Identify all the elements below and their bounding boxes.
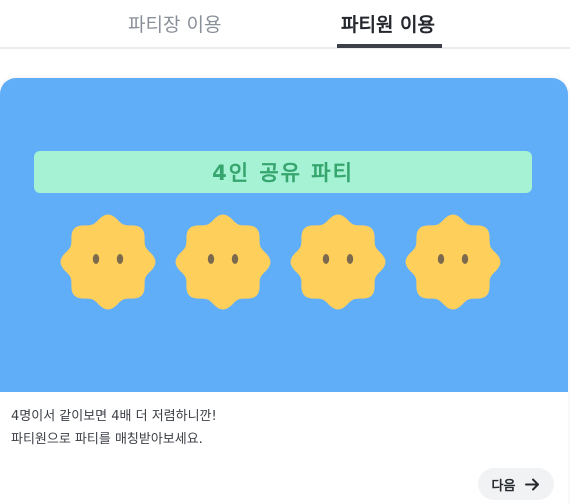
active-tab-indicator [337,44,442,48]
character-body [60,214,156,310]
character-eye [92,254,100,264]
character-body [290,214,386,310]
description: 4명이서 같이보면 4배 더 저렴하니깐! 파티원으로 파티를 매칭받아보세요. [11,405,217,451]
next-button-label: 다음 [491,478,516,494]
character-eye [207,254,215,264]
tab-party-member[interactable]: 파티원 이용 [341,10,435,37]
party-member-character [290,214,386,310]
character-eye [461,254,469,264]
party-member-character [60,214,156,310]
next-button[interactable]: 다음 [478,468,554,500]
character-body [405,214,501,310]
description-line-1: 4명이서 같이보면 4배 더 저렴하니깐! [11,409,217,424]
character-eye [437,254,445,264]
character-eye [346,254,354,264]
party-member-character [175,214,271,310]
arrow-right-icon [525,478,540,491]
character-eye [322,254,330,264]
tab-bar: 파티장 이용 파티원 이용 [0,0,570,50]
character-eye [231,254,239,264]
banner-title: 4인 공유 파티 [34,151,532,193]
description-line-2: 파티원으로 파티를 매칭받아보세요. [11,432,203,447]
party-info-card: 4인 공유 파티 4명이서 같이보면 4배 더 저렴하니깐! 파티원으로 파티를… [0,78,568,504]
party-members-illustration [60,214,501,310]
party-member-character [405,214,501,310]
character-eye [116,254,124,264]
party-banner: 4인 공유 파티 [0,78,568,392]
character-body [175,214,271,310]
tab-divider [0,47,570,49]
tab-party-leader[interactable]: 파티장 이용 [128,10,221,37]
